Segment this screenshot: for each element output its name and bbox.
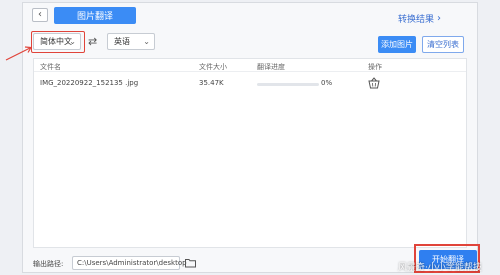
chevron-down-icon: ⌄ bbox=[69, 37, 76, 46]
add-image-button[interactable]: 添加图片 bbox=[378, 36, 416, 53]
chevron-right-icon: › bbox=[437, 13, 442, 24]
file-size: 35.47K bbox=[199, 79, 224, 87]
column-actions: 操作 bbox=[368, 63, 382, 71]
progress-text: 0% bbox=[321, 79, 333, 87]
output-path-label: 输出路径: bbox=[33, 260, 64, 268]
progress-bar bbox=[257, 83, 319, 86]
column-size: 文件大小 bbox=[199, 63, 227, 71]
chevron-left-icon: ‹ bbox=[38, 9, 42, 20]
table-row: IMG_20220922_152135 .jpg 35.47K 0% bbox=[34, 77, 466, 91]
folder-icon[interactable] bbox=[185, 258, 196, 268]
target-language-select[interactable]: 英语 ⌄ bbox=[107, 33, 155, 50]
source-language-select[interactable]: 简体中文 ⌄ bbox=[33, 33, 81, 50]
file-table: 文件名 文件大小 翻译进度 操作 IMG_20220922_152135 .jp… bbox=[33, 58, 467, 248]
output-path-field[interactable]: C:\Users\Administrator\desktop bbox=[72, 256, 187, 270]
file-name: IMG_20220922_152135 .jpg bbox=[40, 79, 139, 87]
back-button[interactable]: ‹ bbox=[32, 8, 48, 22]
clear-list-button[interactable]: 清空列表 bbox=[422, 36, 464, 53]
basket-icon[interactable] bbox=[368, 77, 380, 89]
swap-icon[interactable]: ⇄ bbox=[88, 35, 97, 48]
page-title: 图片翻译 bbox=[54, 7, 136, 24]
watermark: 风景奇·小小学能帮技 bbox=[398, 263, 482, 273]
column-filename: 文件名 bbox=[40, 63, 61, 71]
conversion-results-link[interactable]: 转换结果 › bbox=[398, 12, 441, 25]
table-header: 文件名 文件大小 翻译进度 操作 bbox=[34, 59, 466, 72]
column-progress: 翻译进度 bbox=[257, 63, 285, 71]
chevron-down-icon: ⌄ bbox=[143, 37, 150, 46]
